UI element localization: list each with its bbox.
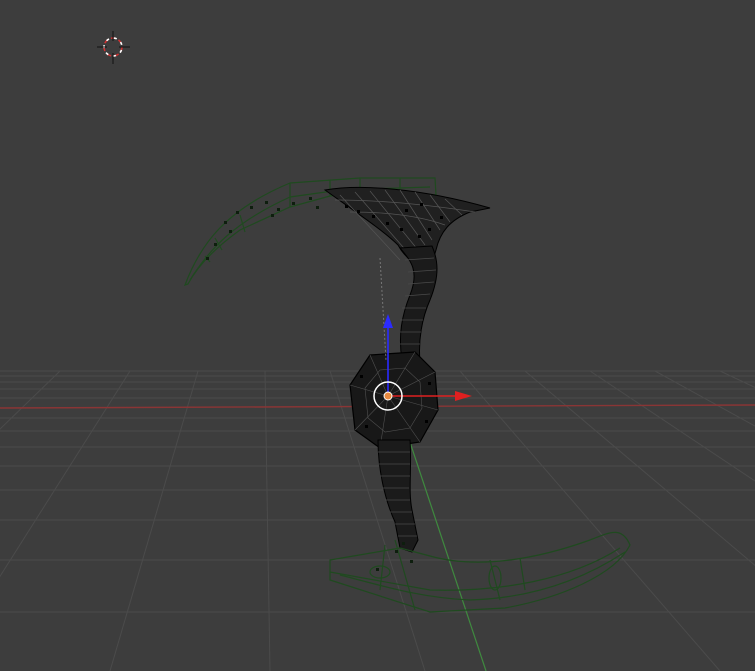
object-origin-icon[interactable] [383,391,393,401]
shaft-lower-selected [377,439,419,553]
x-arrow-icon[interactable] [455,391,472,401]
blade-lower-wireframe [329,531,631,613]
shaft-upper-selected [398,245,438,363]
guard-disk-selected [349,351,439,449]
z-arrow-icon[interactable] [383,314,393,328]
blade-upper-vertex-marks [206,197,319,260]
3d-cursor-icon[interactable] [97,31,130,64]
3d-viewport[interactable] [0,0,755,671]
viewport-canvas[interactable] [0,0,755,671]
relationship-line [379,257,387,361]
